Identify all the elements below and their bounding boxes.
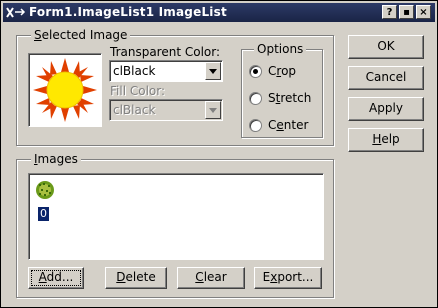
chevron-down-icon[interactable] [205, 62, 221, 80]
imagelist-dialog: Form1.ImageList1 ImageList ? ▪ × Selecte… [0, 0, 438, 308]
stretch-radio[interactable] [249, 92, 262, 105]
add-button[interactable]: Add... [28, 267, 84, 289]
transparent-color-select[interactable]: clBlack [109, 60, 223, 82]
window-title: Form1.ImageList1 ImageList [29, 5, 227, 19]
crop-radio[interactable] [249, 65, 262, 78]
options-group-label: Options [254, 42, 307, 56]
center-radio-label[interactable]: Center [268, 118, 308, 132]
help-title-button[interactable]: ? [382, 5, 397, 19]
images-group-label: Images [31, 152, 81, 166]
clear-button[interactable]: Clear [177, 267, 245, 289]
chevron-down-icon[interactable] [205, 101, 221, 119]
title-bar[interactable]: Form1.ImageList1 ImageList ? ▪ × [3, 3, 435, 22]
fill-color-select[interactable]: clBlack [109, 99, 223, 121]
sun-thumbnail-icon [36, 181, 54, 199]
image-index-label: 0 [38, 207, 49, 221]
fill-color-value: clBlack [113, 103, 156, 117]
export-button[interactable]: Export... [254, 267, 322, 289]
stretch-radio-label[interactable]: Stretch [268, 91, 311, 105]
apply-button[interactable]: Apply [348, 97, 424, 121]
ok-button[interactable]: OK [348, 35, 424, 59]
app-icon [6, 7, 26, 18]
maximize-button[interactable]: ▪ [399, 5, 414, 19]
sun-image [33, 58, 97, 122]
close-button[interactable]: × [416, 5, 431, 19]
selected-image-group-label: Selected Image [31, 28, 131, 42]
images-list[interactable]: 0 [28, 173, 324, 260]
crop-radio-label[interactable]: Crop [268, 64, 296, 78]
fill-color-label: Fill Color: [110, 84, 166, 98]
list-item[interactable] [35, 180, 55, 200]
delete-button[interactable]: Delete [105, 267, 167, 289]
transparent-color-label: Transparent Color: [110, 45, 221, 59]
transparent-color-value: clBlack [113, 64, 156, 78]
cancel-button[interactable]: Cancel [348, 66, 424, 90]
center-radio[interactable] [249, 119, 262, 132]
image-preview [28, 53, 102, 127]
help-button[interactable]: Help [348, 128, 424, 152]
